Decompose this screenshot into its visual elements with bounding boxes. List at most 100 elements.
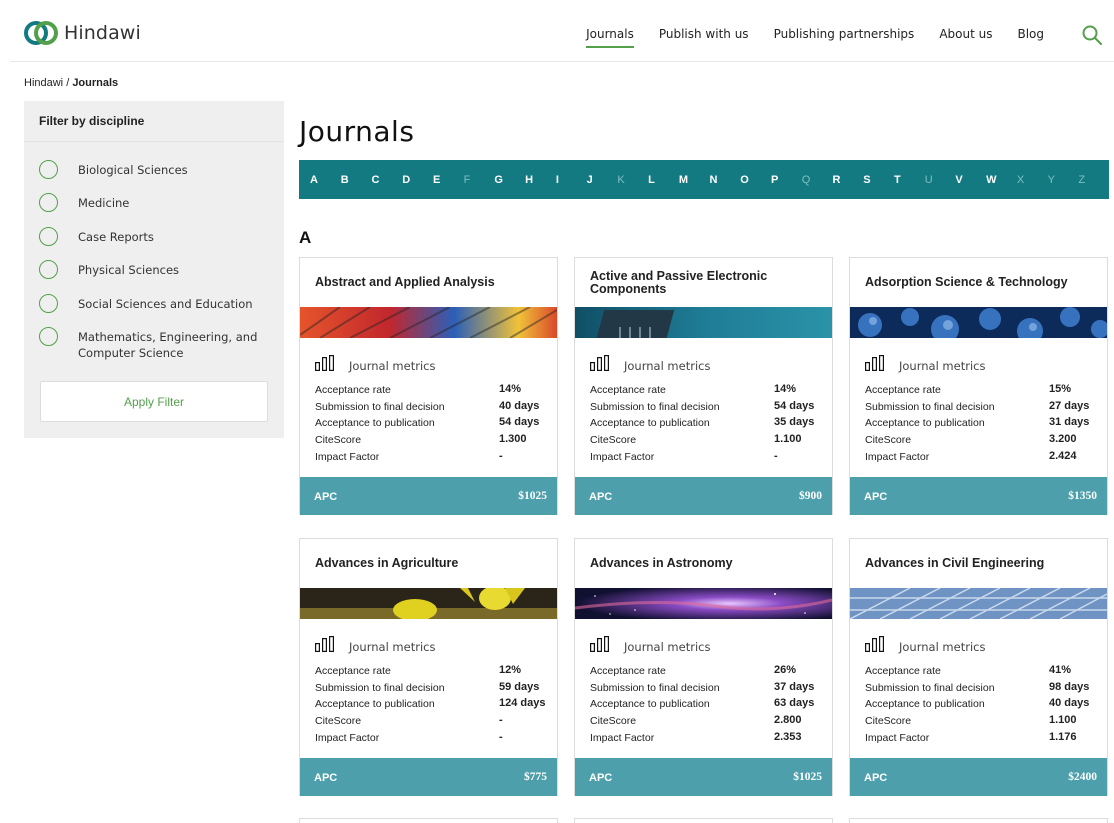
- filter-option-label: Mathematics, Engineering, and Computer S…: [78, 330, 258, 360]
- metric-value: -: [774, 450, 778, 462]
- metric-row: Acceptance rate 14%: [315, 383, 551, 400]
- alphabet-letter-m[interactable]: M: [679, 174, 710, 186]
- alphabet-letter-g[interactable]: G: [494, 174, 525, 186]
- discipline-filter-panel: Filter by discipline Biological Sciences…: [24, 101, 284, 438]
- radio-button[interactable]: [39, 193, 58, 212]
- journal-title[interactable]: Adsorption Science & Technology: [865, 258, 1097, 307]
- metric-label: Acceptance rate: [865, 384, 941, 396]
- journal-card[interactable]: Advances in Agriculture Journal metrics Ac…: [299, 538, 558, 796]
- alphabet-letter-f: F: [463, 173, 471, 186]
- alphabet-letter-d[interactable]: D: [402, 174, 433, 186]
- metric-row: Impact Factor -: [315, 731, 551, 748]
- metric-label: Acceptance to publication: [865, 417, 985, 429]
- filter-option-social-sciences[interactable]: Social Sciences and Education: [39, 294, 258, 313]
- nav-journals[interactable]: Journals: [586, 27, 634, 48]
- journal-card[interactable]: Adsorption Science & Technology Journal m…: [849, 257, 1108, 515]
- journal-card[interactable]: Active and Passive Electronic Components…: [574, 257, 833, 515]
- journal-card-partial[interactable]: [849, 818, 1108, 823]
- journal-banner-image: [300, 588, 557, 619]
- alphabet-letter-w[interactable]: W: [986, 174, 1017, 186]
- journal-title[interactable]: Abstract and Applied Analysis: [315, 258, 547, 307]
- alphabet-letter-s[interactable]: S: [863, 174, 894, 186]
- metric-value: -: [499, 450, 503, 462]
- alphabet-letter-v[interactable]: V: [955, 174, 986, 186]
- metric-value: 27 days: [1049, 400, 1090, 412]
- filter-option-mathematics-engineering[interactable]: Mathematics, Engineering, and Computer S…: [39, 327, 258, 361]
- apc-bar[interactable]: APC $1350: [850, 477, 1107, 515]
- metric-value: 124 days: [499, 697, 546, 709]
- alphabet-letter-i[interactable]: I: [556, 174, 587, 186]
- filter-option-label: Medicine: [78, 196, 130, 210]
- apc-value: $1025: [793, 771, 822, 783]
- apc-bar[interactable]: APC $775: [300, 758, 557, 796]
- filter-option-medicine[interactable]: Medicine: [39, 193, 258, 212]
- apc-bar[interactable]: APC $900: [575, 477, 832, 515]
- apply-filter-button[interactable]: Apply Filter: [40, 381, 268, 422]
- apc-bar[interactable]: APC $2400: [850, 758, 1107, 796]
- metric-row: Acceptance rate 14%: [590, 383, 826, 400]
- apc-label: APC: [314, 491, 338, 503]
- radio-button[interactable]: [39, 227, 58, 246]
- nav-about-us[interactable]: About us: [939, 27, 992, 48]
- site-header: Hindawi Journals Publish with us Publish…: [10, 8, 1114, 62]
- journal-card[interactable]: Advances in Astronomy Journal metrics Acce…: [574, 538, 833, 796]
- alphabet-letter-h[interactable]: H: [525, 174, 556, 186]
- radio-button[interactable]: [39, 294, 58, 313]
- filter-option-biological-sciences[interactable]: Biological Sciences: [39, 160, 258, 179]
- metric-label: CiteScore: [315, 434, 362, 446]
- metric-row: Acceptance rate 26%: [590, 664, 826, 681]
- journal-card-partial[interactable]: [574, 818, 833, 823]
- metric-row: Submission to final decision 98 days: [865, 681, 1101, 698]
- journal-card-partial[interactable]: [299, 818, 558, 823]
- metric-row: Acceptance to publication 40 days: [865, 697, 1101, 714]
- search-button[interactable]: [1081, 24, 1103, 46]
- journal-title[interactable]: Advances in Civil Engineering: [865, 539, 1097, 588]
- radio-button[interactable]: [39, 160, 58, 179]
- alphabet-letter-o[interactable]: O: [740, 174, 771, 186]
- breadcrumb-separator: /: [63, 77, 73, 89]
- metric-value: 2.800: [774, 714, 802, 726]
- hindawi-logo[interactable]: Hindawi: [24, 20, 141, 46]
- logo-text: Hindawi: [64, 22, 141, 44]
- alphabet-letter-c[interactable]: C: [371, 174, 402, 186]
- nav-publishing-partnerships[interactable]: Publishing partnerships: [774, 27, 915, 48]
- alphabet-letter-x: X: [1016, 173, 1025, 186]
- metric-label: Acceptance rate: [590, 665, 666, 677]
- journal-title[interactable]: Advances in Astronomy: [590, 539, 822, 588]
- journal-card[interactable]: Advances in Civil Engineering Journal met…: [849, 538, 1108, 796]
- filter-option-physical-sciences[interactable]: Physical Sciences: [39, 260, 258, 279]
- filter-option-case-reports[interactable]: Case Reports: [39, 227, 258, 246]
- journal-card[interactable]: Abstract and Applied Analysis Journal met…: [299, 257, 558, 515]
- apc-bar[interactable]: APC $1025: [300, 477, 557, 515]
- alphabet-letter-e[interactable]: E: [433, 174, 464, 186]
- alphabet-letter-t[interactable]: T: [894, 174, 925, 186]
- search-icon: [1082, 25, 1102, 45]
- metric-row: Acceptance to publication 31 days: [865, 416, 1101, 433]
- breadcrumb-home[interactable]: Hindawi: [24, 77, 63, 89]
- journal-title[interactable]: Advances in Agriculture: [315, 539, 547, 588]
- metric-row: Impact Factor 2.353: [590, 731, 826, 748]
- alphabet-letter-l[interactable]: L: [648, 174, 679, 186]
- alphabet-letter-b[interactable]: B: [341, 174, 372, 186]
- metric-label: Acceptance rate: [315, 665, 391, 677]
- metric-value: 1.176: [1049, 731, 1077, 743]
- alphabet-letter-a[interactable]: A: [310, 174, 341, 186]
- metric-label: Submission to final decision: [865, 401, 995, 413]
- metric-label: Acceptance to publication: [590, 698, 710, 710]
- metric-label: Acceptance rate: [315, 384, 391, 396]
- alphabet-letter-j[interactable]: J: [587, 174, 618, 186]
- metric-row: CiteScore 1.300: [315, 433, 551, 450]
- alphabet-letter-p[interactable]: P: [771, 174, 802, 186]
- journal-metrics-label: Journal metrics: [624, 639, 711, 654]
- journal-banner-image: [850, 588, 1107, 619]
- radio-button[interactable]: [39, 327, 58, 346]
- apc-bar[interactable]: APC $1025: [575, 758, 832, 796]
- radio-button[interactable]: [39, 260, 58, 279]
- alphabet-letter-r[interactable]: R: [832, 174, 863, 186]
- nav-blog[interactable]: Blog: [1017, 27, 1044, 48]
- alphabet-letter-n[interactable]: N: [710, 174, 741, 186]
- metric-value: -: [499, 731, 503, 743]
- journal-title[interactable]: Active and Passive Electronic Components: [590, 258, 822, 307]
- nav-publish-with-us[interactable]: Publish with us: [659, 27, 749, 48]
- journal-banner-image: [850, 307, 1107, 338]
